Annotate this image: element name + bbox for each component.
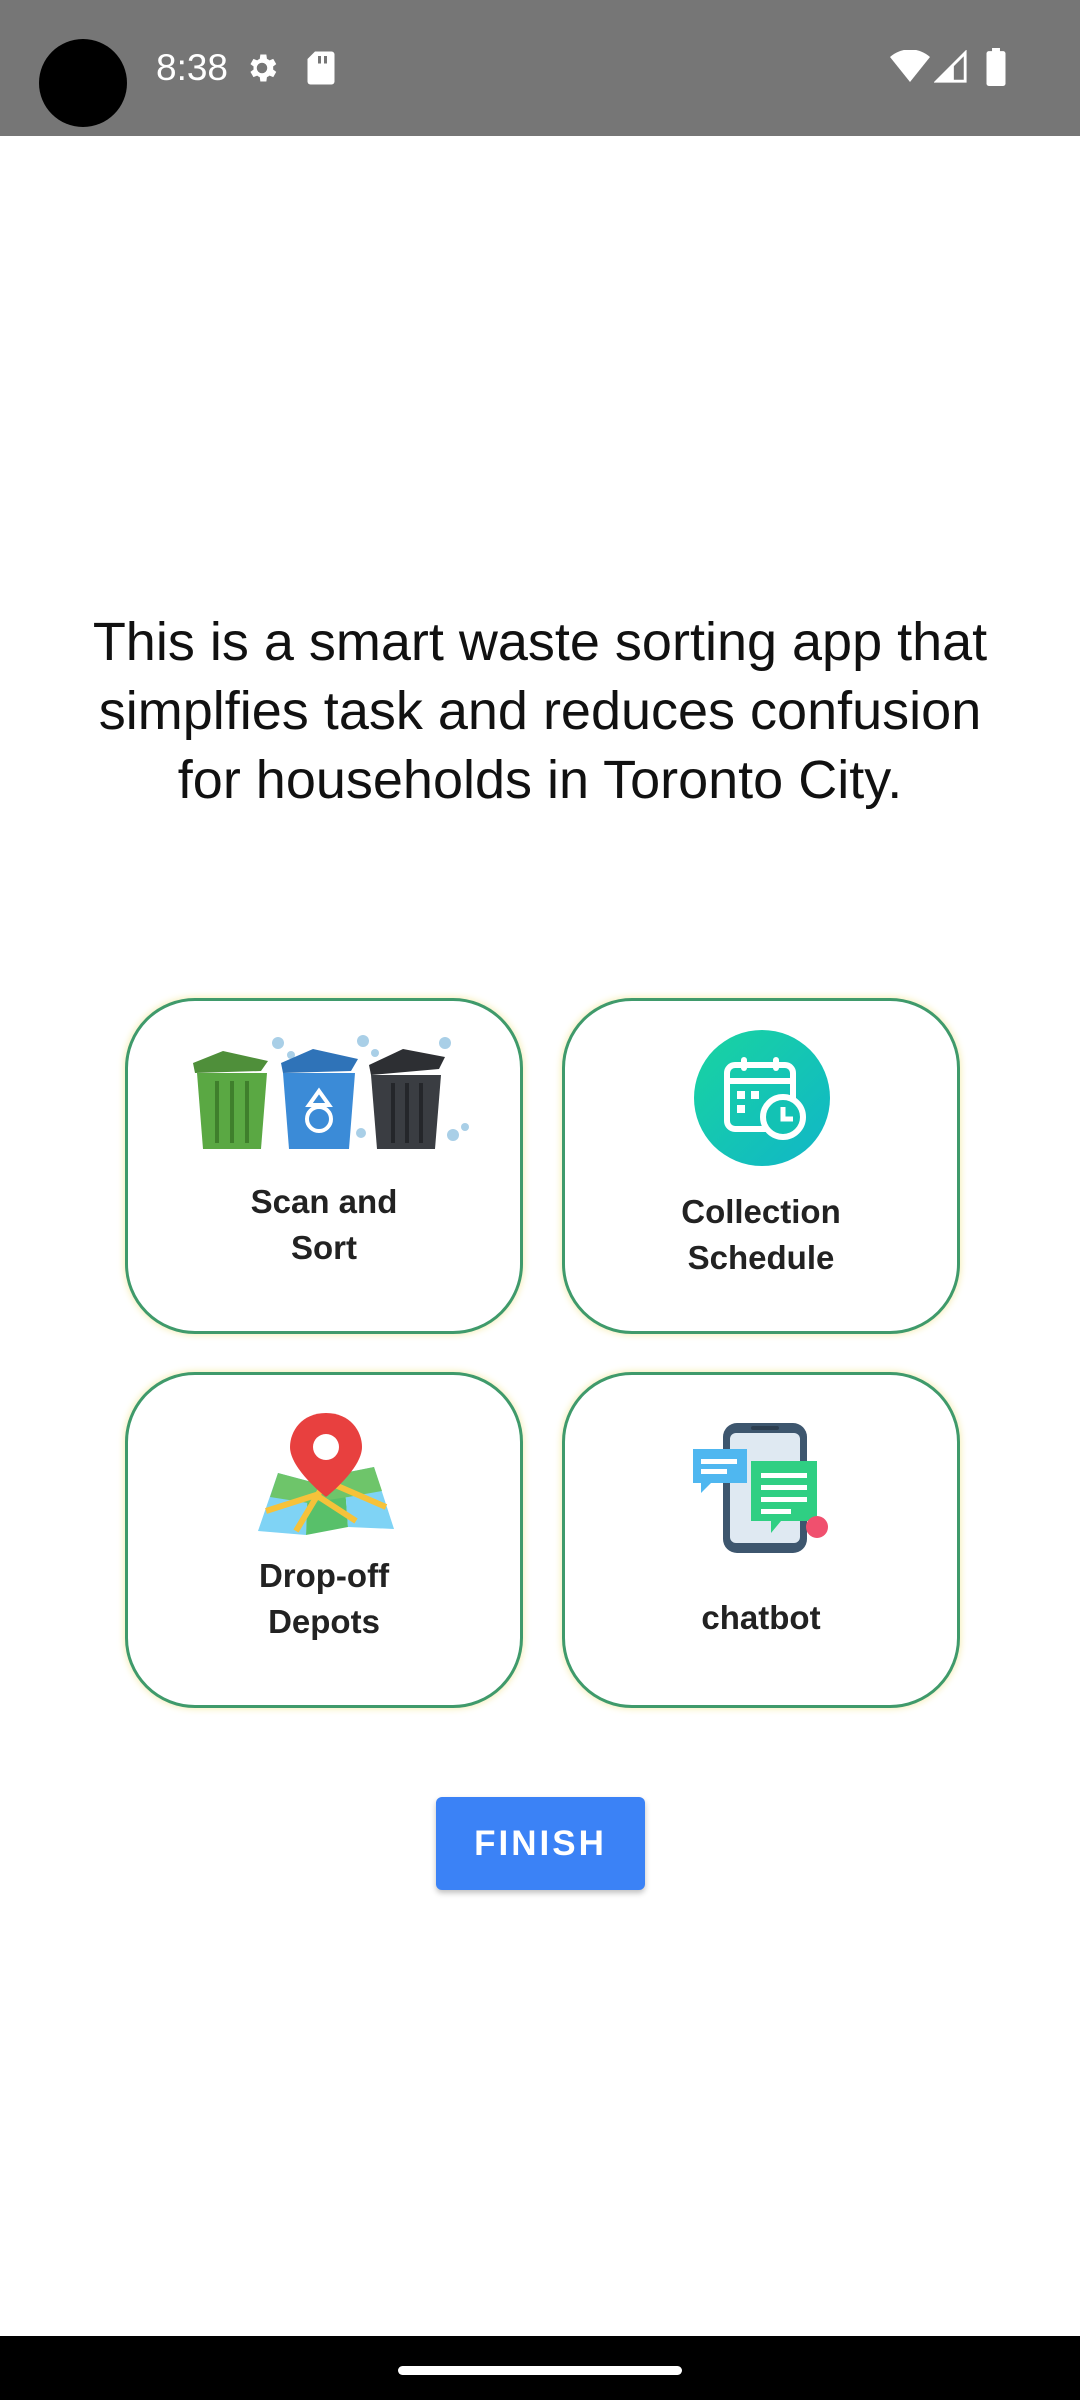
sd-card-icon <box>307 51 335 85</box>
phone-chat-icon <box>693 1423 828 1553</box>
chatbot-label: chatbot <box>701 1599 821 1636</box>
drop-off-depots-label-line1: Drop-off <box>258 1557 390 1594</box>
chatbot-card[interactable]: chatbot <box>562 1372 960 1708</box>
camera-cutout <box>39 39 127 127</box>
gear-icon <box>250 54 277 82</box>
map-pin-icon <box>258 1413 394 1535</box>
drop-off-depots-label-line2: Depots <box>268 1603 380 1640</box>
intro-text: This is a smart waste sorting app that s… <box>92 612 988 810</box>
collection-schedule-label-line1: Collection <box>681 1193 841 1230</box>
cell-signal-icon <box>934 50 967 83</box>
home-gesture-handle[interactable] <box>398 2366 682 2375</box>
scan-and-sort-card[interactable]: Scan and Sort <box>125 998 523 1334</box>
collection-schedule-label-line2: Schedule <box>687 1239 835 1276</box>
collection-schedule-card[interactable]: Collection Schedule <box>562 998 960 1334</box>
drop-off-depots-card[interactable]: Drop-off Depots <box>125 1372 523 1708</box>
recycling-bins-icon <box>193 1035 469 1149</box>
calendar-clock-icon <box>694 1030 830 1166</box>
scan-and-sort-label-line1: Scan and <box>250 1183 398 1220</box>
finish-button[interactable]: FINISH <box>436 1797 645 1890</box>
status-bar: 8:38 <box>0 0 1080 136</box>
scan-and-sort-label-line2: Sort <box>291 1229 357 1266</box>
wifi-icon <box>890 50 930 82</box>
status-time: 8:38 <box>156 47 229 88</box>
battery-icon <box>986 48 1006 86</box>
